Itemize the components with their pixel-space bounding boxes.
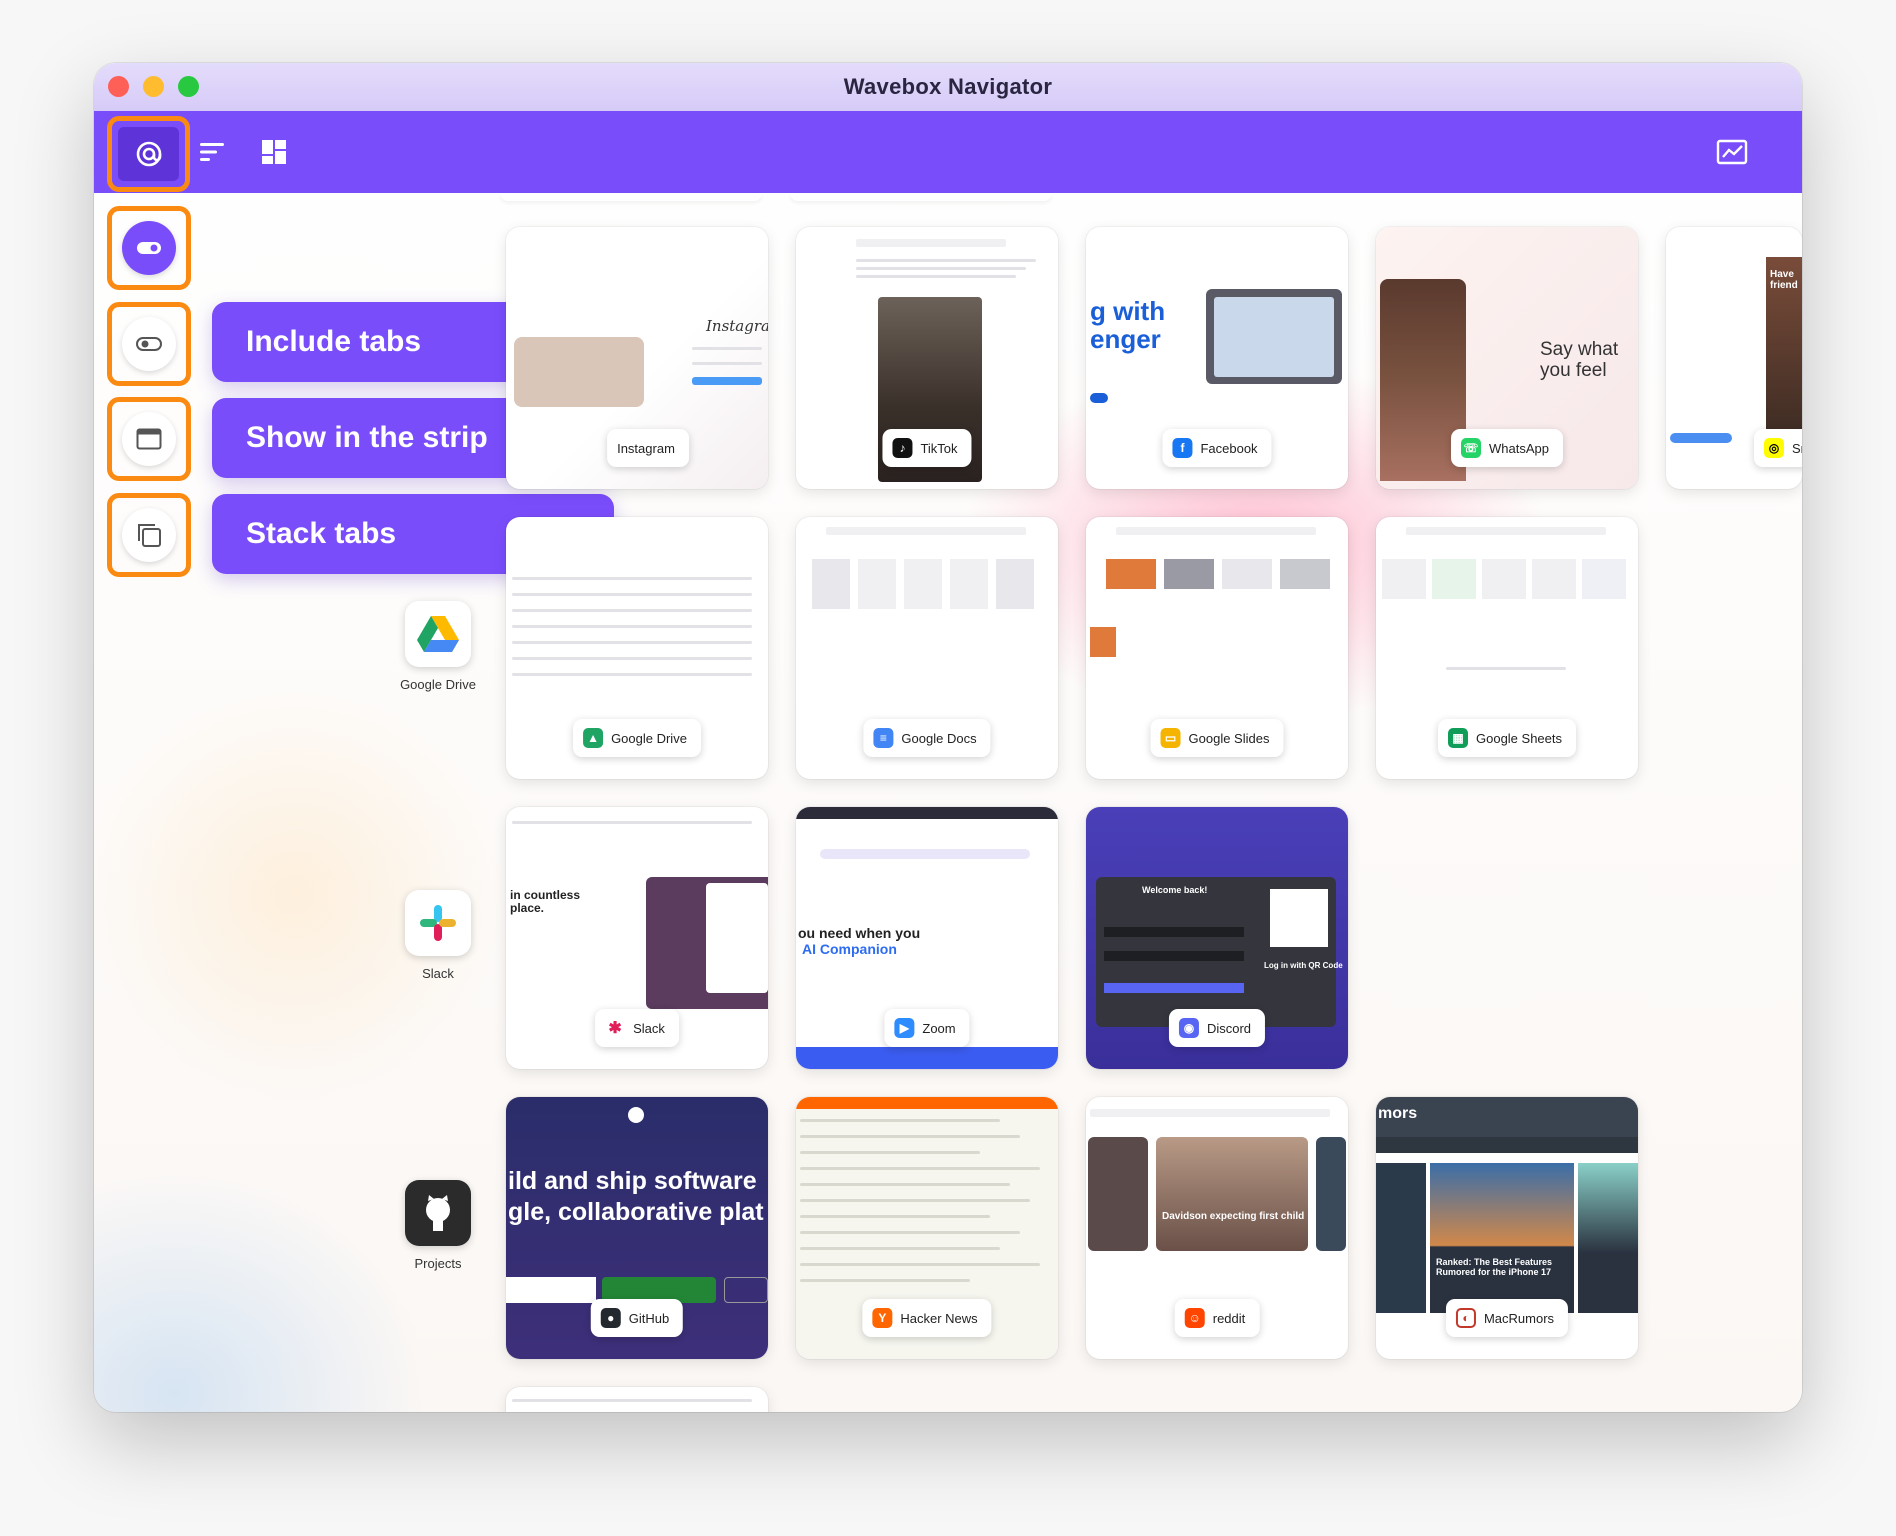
minimize-window-button[interactable] — [143, 76, 164, 97]
google-slides-icon: ▭ — [1160, 728, 1181, 748]
group-projects[interactable]: Projects — [376, 1180, 500, 1271]
sort-lines-icon — [200, 143, 224, 161]
tab-card-hacker-news[interactable]: Y Hacker News — [796, 1097, 1058, 1359]
github-icon: ● — [600, 1308, 621, 1328]
stack-tabs-button[interactable] — [107, 493, 191, 577]
tab-card-partial[interactable] — [506, 1387, 768, 1412]
snapchat-icon: ◎ — [1764, 438, 1784, 458]
tab-card-google-slides[interactable]: ▭ Google Slides — [1086, 517, 1348, 779]
group-google-drive[interactable]: Google Drive — [376, 601, 500, 692]
stack-icon — [138, 524, 161, 547]
tab-card-github[interactable]: ild and ship software gle, collaborative… — [506, 1097, 768, 1359]
view-toggle-button[interactable] — [107, 206, 191, 290]
window-title: Wavebox Navigator — [843, 74, 1053, 99]
tab-card-zoom[interactable]: ou need when you AI Companion ▶ Zoom — [796, 807, 1058, 1069]
tab-badge: ✱ Slack — [595, 1009, 679, 1047]
tab-card-macrumors[interactable]: mors Ranked: The Best Features Rumored f… — [1376, 1097, 1638, 1359]
maximize-window-button[interactable] — [178, 76, 199, 97]
reddit-icon: ☺ — [1184, 1308, 1205, 1328]
show-in-strip-button[interactable] — [107, 397, 191, 481]
tab-badge: ▦ Google Sheets — [1437, 719, 1577, 757]
close-window-button[interactable] — [108, 76, 129, 97]
include-tabs-button[interactable] — [107, 302, 191, 386]
tab-card-google-docs[interactable]: ≡ Google Docs — [796, 517, 1058, 779]
tab-badge: ≡ Google Docs — [863, 719, 991, 757]
navigator-mode-button[interactable] — [107, 116, 190, 192]
tab-card-discord[interactable]: Welcome back! Log in with QR Code ◉ Disc… — [1086, 807, 1348, 1069]
partial-card-strip — [500, 193, 762, 201]
google-sheets-icon: ▦ — [1447, 728, 1468, 748]
tab-card-instagram[interactable]: Instagram Instagram — [506, 227, 768, 489]
github-icon — [405, 1180, 471, 1246]
window-icon — [136, 428, 162, 450]
slack-icon: ✱ — [605, 1018, 626, 1038]
tab-card-snapchat[interactable]: Have friend ◎ Sna — [1666, 227, 1802, 489]
tab-card-tiktok[interactable]: ♪ TikTok — [796, 227, 1058, 489]
grid-view-button[interactable] — [254, 132, 294, 172]
tab-badge: ▭ Google Slides — [1150, 719, 1284, 757]
slack-icon — [405, 890, 471, 956]
trend-chart-icon — [1716, 139, 1748, 165]
discord-icon: ◉ — [1178, 1018, 1199, 1038]
sort-button[interactable] — [192, 132, 232, 172]
stats-button[interactable] — [1712, 132, 1752, 172]
facebook-icon: f — [1172, 438, 1193, 458]
grid-layout-icon — [262, 140, 286, 164]
tab-badge: ▶ Zoom — [884, 1009, 970, 1047]
tab-badge: ◉ Discord — [1168, 1009, 1266, 1047]
group-slack[interactable]: Slack — [376, 890, 500, 981]
google-drive-icon — [405, 601, 471, 667]
tab-badge: ☺ reddit — [1174, 1299, 1260, 1337]
tab-badge: ◐ MacRumors — [1445, 1299, 1569, 1337]
toolbar — [94, 111, 1802, 193]
title-bar: Wavebox Navigator — [94, 63, 1802, 111]
hacker-news-icon: Y — [872, 1308, 893, 1328]
tab-badge: ♪ TikTok — [882, 429, 972, 467]
app-window: Wavebox Navigator Include tabs Show in t… — [94, 63, 1802, 1412]
tab-badge: Y Hacker News — [862, 1299, 992, 1337]
toggle-icon — [136, 337, 162, 351]
whatsapp-icon: ☏ — [1461, 438, 1482, 458]
toggle-icon — [137, 242, 161, 254]
google-docs-icon: ≡ — [873, 728, 894, 748]
macrumors-icon: ◐ — [1455, 1308, 1476, 1328]
tab-card-slack[interactable]: in countless place. ✱ Slack — [506, 807, 768, 1069]
tab-badge: ▲ Google Drive — [573, 719, 701, 757]
window-controls — [108, 76, 199, 97]
tab-badge: ◎ Sna — [1754, 429, 1802, 467]
tab-card-whatsapp[interactable]: Say what you feel ☏ WhatsApp — [1376, 227, 1638, 489]
tab-badge: Instagram — [607, 429, 689, 467]
tab-card-google-sheets[interactable]: ▦ Google Sheets — [1376, 517, 1638, 779]
tiktok-icon: ♪ — [892, 438, 913, 458]
zoom-icon: ▶ — [894, 1018, 915, 1038]
at-target-icon — [136, 141, 161, 167]
google-drive-icon: ▲ — [583, 728, 604, 748]
tab-badge: ☏ WhatsApp — [1451, 429, 1563, 467]
partial-card-strip — [790, 193, 1052, 201]
tab-badge: ● GitHub — [590, 1299, 684, 1337]
tab-card-reddit[interactable]: Davidson expecting first child ☺ reddit — [1086, 1097, 1348, 1359]
tab-badge: f Facebook — [1162, 429, 1272, 467]
tab-card-facebook[interactable]: g with enger f Facebook — [1086, 227, 1348, 489]
tab-card-google-drive[interactable]: ▲ Google Drive — [506, 517, 768, 779]
